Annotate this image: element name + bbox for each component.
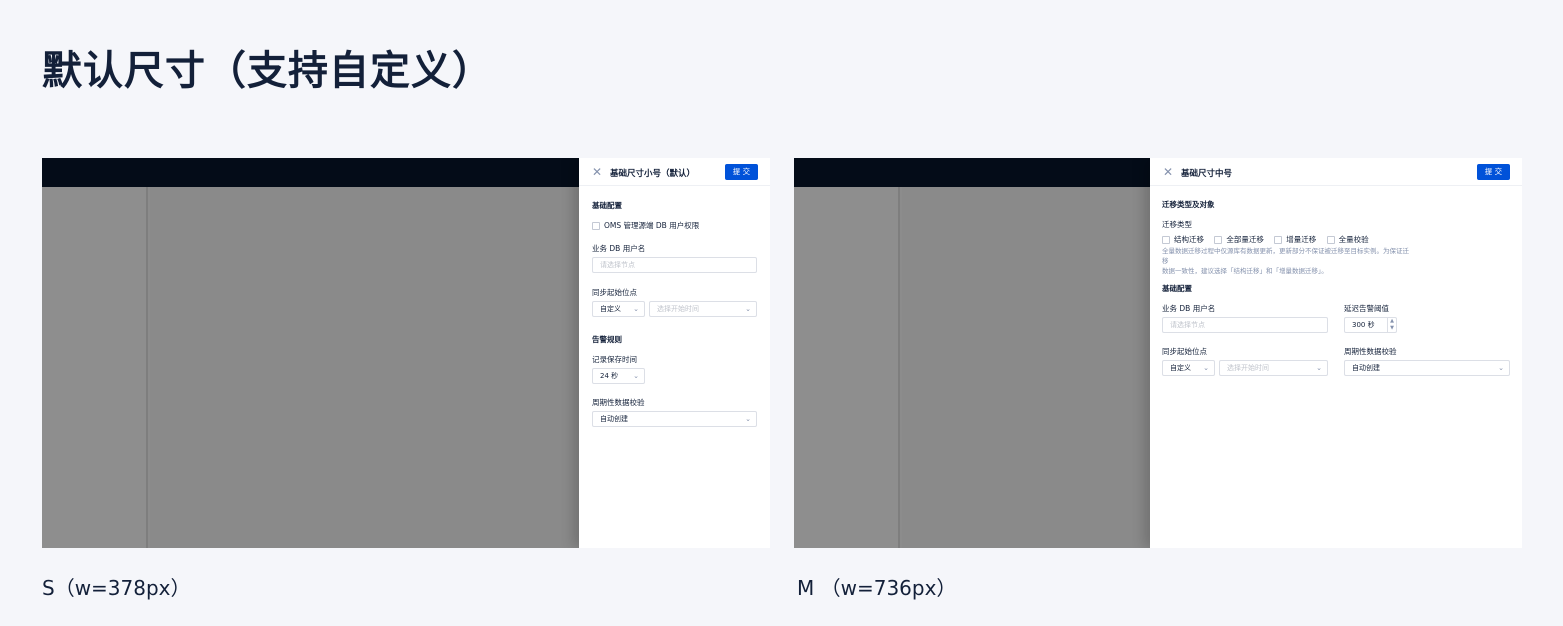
sync-mode-select[interactable]: 自定义 ⌄ (592, 301, 645, 317)
migration-option[interactable]: 全部量迁移 (1214, 234, 1264, 245)
sync-mode-value: 自定义 (1170, 364, 1191, 372)
section-alert-rules: 告警规则 (592, 335, 622, 344)
chevron-down-icon: ⌄ (1203, 364, 1209, 372)
sync-mode-value: 自定义 (600, 305, 621, 313)
migration-option[interactable]: 结构迁移 (1162, 234, 1204, 245)
sync-time-picker[interactable]: 选择开始时间 ⌄ (649, 301, 757, 317)
small-size-preview: ✕ 基础尺寸小号（默认） 提 交 基础配置 OMS 管理源端 DB 用户权限 业… (42, 158, 770, 548)
hint-line: 数据一致性，建议选择「结构迁移」和「增量数据迁移」。 (1162, 267, 1328, 275)
sync-time-placeholder: 选择开始时间 (1227, 364, 1269, 372)
close-icon[interactable]: ✕ (1163, 165, 1173, 179)
drawer-header: ✕ 基础尺寸小号（默认） 提 交 (579, 158, 770, 186)
periodic-check-value: 自动创建 (1352, 364, 1380, 372)
periodic-check-label: 周期性数据校验 (592, 398, 645, 407)
submit-button[interactable]: 提 交 (725, 164, 758, 180)
chevron-down-icon: ⌄ (633, 372, 639, 380)
drawer-medium: ✕ 基础尺寸中号 提 交 迁移类型及对象 迁移类型 结构迁移 全部量迁移 增量迁… (1150, 158, 1522, 548)
page-title: 默认尺寸（支持自定义） (42, 48, 493, 94)
oms-permission-checkbox[interactable]: OMS 管理源端 DB 用户权限 (592, 220, 699, 231)
hint-line: 全量数据迁移过程中仅源库有数据更新，更新部分不保证被迁移至目标实例。为保证迁移 (1162, 247, 1409, 265)
sync-mode-select[interactable]: 自定义 ⌄ (1162, 360, 1215, 376)
chevron-down-icon: ⌄ (633, 305, 639, 313)
side-nav-column (42, 187, 148, 548)
chevron-down-icon: ⌄ (745, 305, 751, 313)
periodic-check-label: 周期性数据校验 (1344, 347, 1397, 356)
migration-type-options: 结构迁移 全部量迁移 增量迁移 全量校验 (1162, 234, 1377, 245)
checkbox-box[interactable] (1274, 236, 1283, 244)
side-nav-column (794, 187, 900, 548)
delay-threshold-label: 延迟告警阈值 (1344, 304, 1389, 313)
db-user-label: 业务 DB 用户名 (1162, 304, 1216, 313)
medium-size-preview: ✕ 基础尺寸中号 提 交 迁移类型及对象 迁移类型 结构迁移 全部量迁移 增量迁… (794, 158, 1522, 548)
periodic-check-select[interactable]: 自动创建 ⌄ (592, 411, 757, 427)
chevron-down-icon: ⌄ (1316, 364, 1322, 372)
sync-time-picker[interactable]: 选择开始时间 ⌄ (1219, 360, 1328, 376)
checkbox-label: OMS 管理源端 DB 用户权限 (604, 221, 700, 230)
db-user-select[interactable]: 请选择节点 (592, 257, 757, 273)
caption-medium: M （w=736px） (797, 576, 957, 600)
delay-threshold-stepper[interactable]: 300 秒 ▲ ▼ (1344, 317, 1397, 333)
checkbox-box[interactable] (1326, 236, 1335, 244)
drawer-title: 基础尺寸中号 (1181, 169, 1233, 179)
drawer-header: ✕ 基础尺寸中号 提 交 (1150, 158, 1522, 186)
checkbox-box[interactable] (1214, 236, 1223, 244)
record-time-select[interactable]: 24 秒 ⌄ (592, 368, 645, 384)
section-basic-config: 基础配置 (592, 201, 622, 210)
migration-hint: 全量数据迁移过程中仅源库有数据更新，更新部分不保证被迁移至目标实例。为保证迁移 … (1162, 246, 1412, 276)
db-user-label: 业务 DB 用户名 (592, 244, 646, 253)
section-basic-config: 基础配置 (1162, 284, 1192, 293)
db-user-placeholder: 请选择节点 (600, 261, 635, 269)
periodic-check-select[interactable]: 自动创建 ⌄ (1344, 360, 1510, 376)
section-migration: 迁移类型及对象 (1162, 200, 1215, 209)
db-user-placeholder: 请选择节点 (1170, 321, 1205, 329)
checkbox-box[interactable] (1162, 236, 1170, 244)
periodic-check-value: 自动创建 (600, 415, 628, 423)
submit-button[interactable]: 提 交 (1477, 164, 1510, 180)
db-user-select[interactable]: 请选择节点 (1162, 317, 1328, 333)
sync-start-label: 同步起始位点 (1162, 347, 1207, 356)
checkbox-box[interactable] (592, 222, 600, 230)
migration-option[interactable]: 全量校验 (1326, 234, 1369, 245)
caption-small: S（w=378px） (42, 576, 191, 600)
record-time-value: 24 秒 (600, 372, 619, 380)
stepper-icon[interactable]: ▲ ▼ (1387, 318, 1396, 332)
chevron-down-icon: ⌄ (745, 415, 751, 423)
record-time-label: 记录保存时间 (592, 355, 637, 364)
delay-threshold-value: 300 秒 (1352, 321, 1375, 329)
migration-option[interactable]: 增量迁移 (1274, 234, 1316, 245)
drawer-small: ✕ 基础尺寸小号（默认） 提 交 基础配置 OMS 管理源端 DB 用户权限 业… (579, 158, 770, 548)
sync-start-label: 同步起始位点 (592, 288, 637, 297)
close-icon[interactable]: ✕ (592, 165, 602, 179)
chevron-down-icon: ⌄ (1498, 364, 1504, 372)
drawer-title: 基础尺寸小号（默认） (610, 169, 696, 179)
sync-time-placeholder: 选择开始时间 (657, 305, 699, 313)
migration-type-label: 迁移类型 (1162, 220, 1192, 229)
